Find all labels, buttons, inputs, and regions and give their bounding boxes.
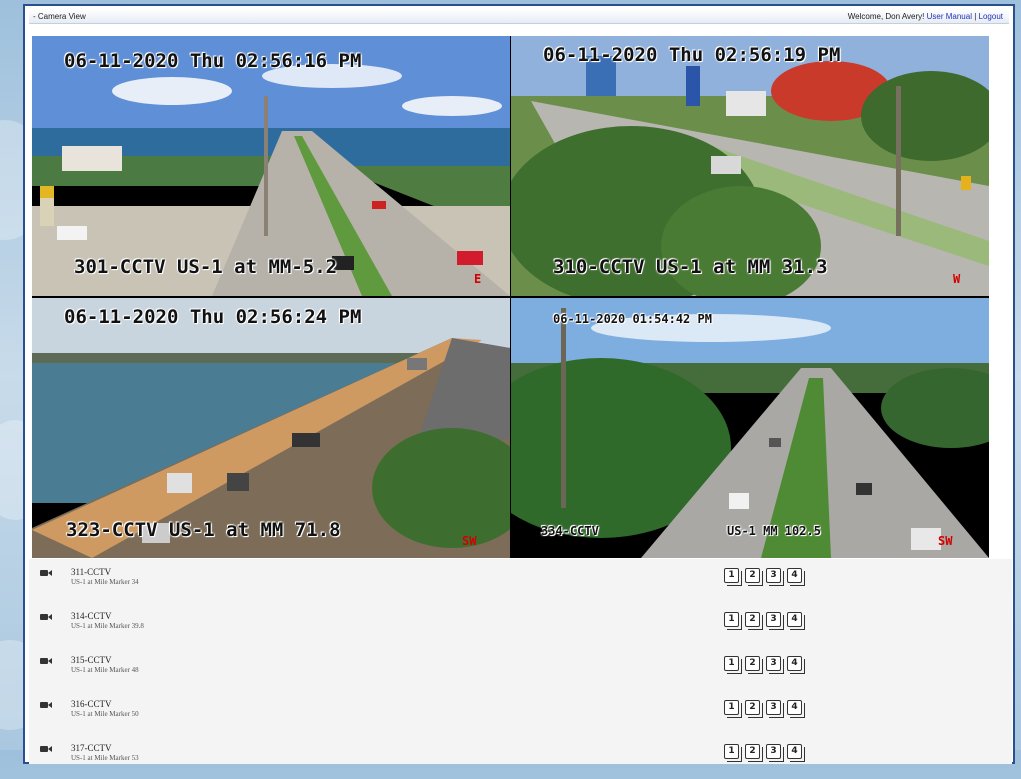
camera-view-window: - Camera View Welcome, Don Avery! User M…	[23, 4, 1015, 764]
slot-3-button[interactable]: 3	[766, 700, 784, 718]
title-bar: - Camera View Welcome, Don Avery! User M…	[29, 9, 1009, 24]
user-links: Welcome, Don Avery! User Manual | Logout	[848, 12, 1003, 21]
slot-2-button[interactable]: 2	[745, 612, 763, 630]
list-item[interactable]: 314-CCTV US-1 at Mile Marker 39.8 1234	[29, 603, 1012, 647]
camera-direction: E	[474, 272, 482, 286]
camera-image-334	[511, 298, 989, 558]
camera-name[interactable]: 317-CCTV	[71, 743, 112, 753]
camera-description: US-1 at Mile Marker 48	[71, 666, 139, 674]
slot-4-button[interactable]: 4	[787, 568, 805, 586]
camera-label: 301-CCTV US-1 at MM-5.2	[74, 256, 338, 278]
video-camera-icon	[40, 614, 52, 620]
camera-label: 310-CCTV US-1 at MM 31.3	[553, 256, 828, 278]
slot-1-button[interactable]: 1	[724, 656, 742, 674]
camera-timestamp: 06-11-2020 01:54:42 PM	[553, 312, 712, 326]
slot-2-button[interactable]: 2	[745, 744, 763, 762]
camera-name[interactable]: 316-CCTV	[71, 699, 112, 709]
camera-description: US-1 at Mile Marker 34	[71, 578, 139, 586]
camera-name[interactable]: 314-CCTV	[71, 611, 112, 621]
logout-link[interactable]: Logout	[979, 12, 1003, 21]
camera-list: 311-CCTV US-1 at Mile Marker 34 1234 314…	[29, 559, 1012, 764]
slot-4-button[interactable]: 4	[787, 744, 805, 762]
camera-description: US-1 at Mile Marker 50	[71, 710, 139, 718]
view-slot-buttons: 1234	[724, 744, 808, 762]
camera-feed-310[interactable]: 06-11-2020 Thu 02:56:19 PM 310-CCTV US-1…	[511, 36, 989, 296]
camera-direction: SW	[462, 534, 477, 548]
slot-2-button[interactable]: 2	[745, 568, 763, 586]
page-title: - Camera View	[33, 12, 86, 21]
slot-2-button[interactable]: 2	[745, 700, 763, 718]
slot-3-button[interactable]: 3	[766, 568, 784, 586]
slot-4-button[interactable]: 4	[787, 700, 805, 718]
camera-feed-334[interactable]: 06-11-2020 01:54:42 PM 334-CCTV US-1 MM …	[511, 298, 989, 558]
user-manual-link[interactable]: User Manual	[927, 12, 972, 21]
welcome-text: Welcome, Don Avery!	[847, 12, 925, 21]
camera-name[interactable]: 315-CCTV	[71, 655, 112, 665]
camera-direction: SW	[938, 534, 953, 548]
slot-3-button[interactable]: 3	[766, 656, 784, 674]
slot-2-button[interactable]: 2	[745, 656, 763, 674]
list-item[interactable]: 317-CCTV US-1 at Mile Marker 53 1234	[29, 735, 1012, 779]
video-camera-icon	[40, 570, 52, 576]
video-camera-icon	[40, 658, 52, 664]
slot-3-button[interactable]: 3	[766, 744, 784, 762]
camera-name[interactable]: 311-CCTV	[71, 567, 111, 577]
view-slot-buttons: 1234	[724, 612, 808, 630]
video-camera-icon	[40, 702, 52, 708]
camera-label: 323-CCTV US-1 at MM 71.8	[66, 519, 341, 541]
slot-1-button[interactable]: 1	[724, 744, 742, 762]
view-slot-buttons: 1234	[724, 700, 808, 718]
camera-timestamp: 06-11-2020 Thu 02:56:16 PM	[64, 50, 362, 72]
slot-1-button[interactable]: 1	[724, 612, 742, 630]
camera-feed-323[interactable]: 06-11-2020 Thu 02:56:24 PM 323-CCTV US-1…	[32, 298, 510, 558]
camera-label-left: 334-CCTV	[541, 524, 599, 538]
camera-description: US-1 at Mile Marker 39.8	[71, 622, 144, 630]
video-camera-icon	[40, 746, 52, 752]
camera-direction: W	[953, 272, 961, 286]
camera-label-right: US-1 MM 102.5	[727, 524, 821, 538]
camera-timestamp: 06-11-2020 Thu 02:56:24 PM	[64, 306, 362, 328]
list-item[interactable]: 316-CCTV US-1 at Mile Marker 50 1234	[29, 691, 1012, 735]
slot-3-button[interactable]: 3	[766, 612, 784, 630]
slot-4-button[interactable]: 4	[787, 656, 805, 674]
slot-1-button[interactable]: 1	[724, 568, 742, 586]
link-separator: |	[974, 12, 977, 21]
view-slot-buttons: 1234	[724, 568, 808, 586]
camera-description: US-1 at Mile Marker 53	[71, 754, 139, 762]
slot-4-button[interactable]: 4	[787, 612, 805, 630]
camera-feed-301[interactable]: 06-11-2020 Thu 02:56:16 PM 301-CCTV US-1…	[32, 36, 510, 296]
view-slot-buttons: 1234	[724, 656, 808, 674]
camera-grid: 06-11-2020 Thu 02:56:16 PM 301-CCTV US-1…	[32, 36, 989, 558]
slot-1-button[interactable]: 1	[724, 700, 742, 718]
list-item[interactable]: 311-CCTV US-1 at Mile Marker 34 1234	[29, 559, 1012, 603]
list-item[interactable]: 315-CCTV US-1 at Mile Marker 48 1234	[29, 647, 1012, 691]
camera-timestamp: 06-11-2020 Thu 02:56:19 PM	[543, 44, 841, 66]
